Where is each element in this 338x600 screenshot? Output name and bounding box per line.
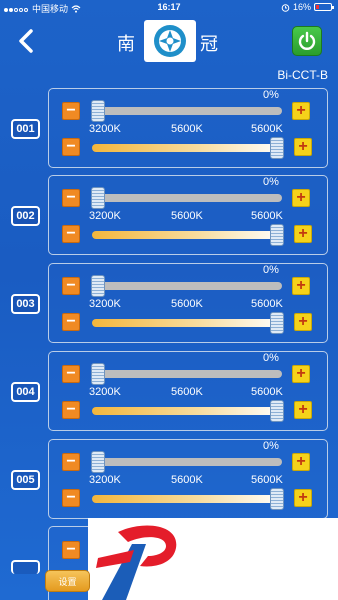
- brightness-value: 0%: [263, 89, 279, 101]
- channel-row: 002 0% − + 3200K 5600K 5600K − +: [0, 175, 338, 259]
- status-right: 16%: [281, 2, 334, 12]
- cct-max-label: 5600K: [251, 386, 283, 398]
- cct-minus-button[interactable]: −: [62, 138, 80, 156]
- alarm-icon: [281, 3, 290, 12]
- brightness-minus-button[interactable]: −: [62, 189, 80, 207]
- battery-icon: [314, 3, 334, 11]
- channel-label[interactable]: 004: [11, 382, 40, 402]
- cct-track[interactable]: [92, 231, 284, 239]
- brand-mark-icon: [96, 525, 177, 600]
- brightness-value: 0%: [263, 352, 279, 364]
- channel-label[interactable]: 005: [11, 470, 40, 490]
- cct-mid-label: 5600K: [171, 298, 203, 310]
- cct-plus-button[interactable]: +: [294, 313, 312, 331]
- brightness-slider-handle[interactable]: [91, 451, 105, 473]
- cct-min-label: 3200K: [89, 210, 121, 222]
- brightness-slider-handle[interactable]: [91, 187, 105, 209]
- cct-min-label: 3200K: [89, 386, 121, 398]
- cct-mid-label: 5600K: [171, 474, 203, 486]
- brightness-slider-handle[interactable]: [91, 100, 105, 122]
- model-label: Bi-CCT-B: [277, 68, 328, 82]
- settings-button[interactable]: 设置: [45, 570, 90, 592]
- cct-plus-button[interactable]: +: [294, 489, 312, 507]
- brightness-plus-button[interactable]: +: [292, 365, 310, 383]
- channel-label[interactable]: 001: [11, 119, 40, 139]
- brightness-plus-button[interactable]: +: [292, 102, 310, 120]
- cct-max-label: 5600K: [251, 210, 283, 222]
- brightness-minus-button[interactable]: −: [62, 277, 80, 295]
- brightness-plus-button[interactable]: +: [292, 277, 310, 295]
- brightness-value: 0%: [263, 176, 279, 188]
- nav-header: 南 冠: [0, 18, 338, 66]
- cct-slider-handle[interactable]: [270, 224, 284, 246]
- cct-track[interactable]: [92, 407, 284, 415]
- chevron-left-icon: [19, 29, 33, 53]
- brightness-slider-handle[interactable]: [91, 363, 105, 385]
- cct-track[interactable]: [92, 144, 284, 152]
- brightness-slider-handle[interactable]: [91, 275, 105, 297]
- cct-plus-button[interactable]: +: [294, 401, 312, 419]
- cct-track[interactable]: [92, 319, 284, 327]
- status-bar: 中国移动 16:17 16%: [0, 0, 338, 16]
- cct-max-label: 5600K: [251, 474, 283, 486]
- brightness-value: 0%: [263, 264, 279, 276]
- cct-plus-button[interactable]: +: [294, 225, 312, 243]
- partial-brightness-minus-button[interactable]: −: [62, 541, 80, 559]
- cct-mid-label: 5600K: [171, 123, 203, 135]
- title-right: 冠: [200, 34, 218, 55]
- brightness-plus-button[interactable]: +: [292, 453, 310, 471]
- battery-percent: 16%: [292, 2, 311, 12]
- cct-mid-label: 5600K: [171, 210, 203, 222]
- cct-minus-button[interactable]: −: [62, 489, 80, 507]
- power-icon: [298, 31, 316, 50]
- cct-min-label: 3200K: [89, 298, 121, 310]
- cct-min-label: 3200K: [89, 474, 121, 486]
- cct-mid-label: 5600K: [171, 386, 203, 398]
- brightness-track[interactable]: [94, 370, 282, 378]
- cct-minus-button[interactable]: −: [62, 225, 80, 243]
- partial-channel-label: [11, 560, 40, 574]
- brightness-track[interactable]: [94, 282, 282, 290]
- power-button[interactable]: [292, 26, 322, 56]
- cct-max-label: 5600K: [251, 298, 283, 310]
- channel-row: 005 0% − + 3200K 5600K 5600K − +: [0, 439, 338, 523]
- brightness-plus-button[interactable]: +: [292, 189, 310, 207]
- cct-track[interactable]: [92, 495, 284, 503]
- cct-slider-handle[interactable]: [270, 137, 284, 159]
- channel-row: 004 0% − + 3200K 5600K 5600K − +: [0, 351, 338, 435]
- cct-slider-handle[interactable]: [270, 312, 284, 334]
- brightness-value: 0%: [263, 440, 279, 452]
- channel-label[interactable]: 003: [11, 294, 40, 314]
- brightness-track[interactable]: [94, 194, 282, 202]
- channel-row: 003 0% − + 3200K 5600K 5600K − +: [0, 263, 338, 347]
- cct-minus-button[interactable]: −: [62, 401, 80, 419]
- title-left: 南: [117, 34, 135, 55]
- back-button[interactable]: [12, 26, 42, 56]
- bottom-logo-area: [88, 518, 338, 600]
- brightness-minus-button[interactable]: −: [62, 102, 80, 120]
- cct-slider-handle[interactable]: [270, 488, 284, 510]
- brightness-track[interactable]: [94, 107, 282, 115]
- brightness-minus-button[interactable]: −: [62, 365, 80, 383]
- cct-slider-handle[interactable]: [270, 400, 284, 422]
- cct-max-label: 5600K: [251, 123, 283, 135]
- brightness-track[interactable]: [94, 458, 282, 466]
- brand-logo: [144, 20, 196, 62]
- cct-minus-button[interactable]: −: [62, 313, 80, 331]
- cct-plus-button[interactable]: +: [294, 138, 312, 156]
- brightness-minus-button[interactable]: −: [62, 453, 80, 471]
- channel-row: 001 0% − + 3200K 5600K 5600K − +: [0, 88, 338, 172]
- cct-min-label: 3200K: [89, 123, 121, 135]
- channel-label[interactable]: 002: [11, 206, 40, 226]
